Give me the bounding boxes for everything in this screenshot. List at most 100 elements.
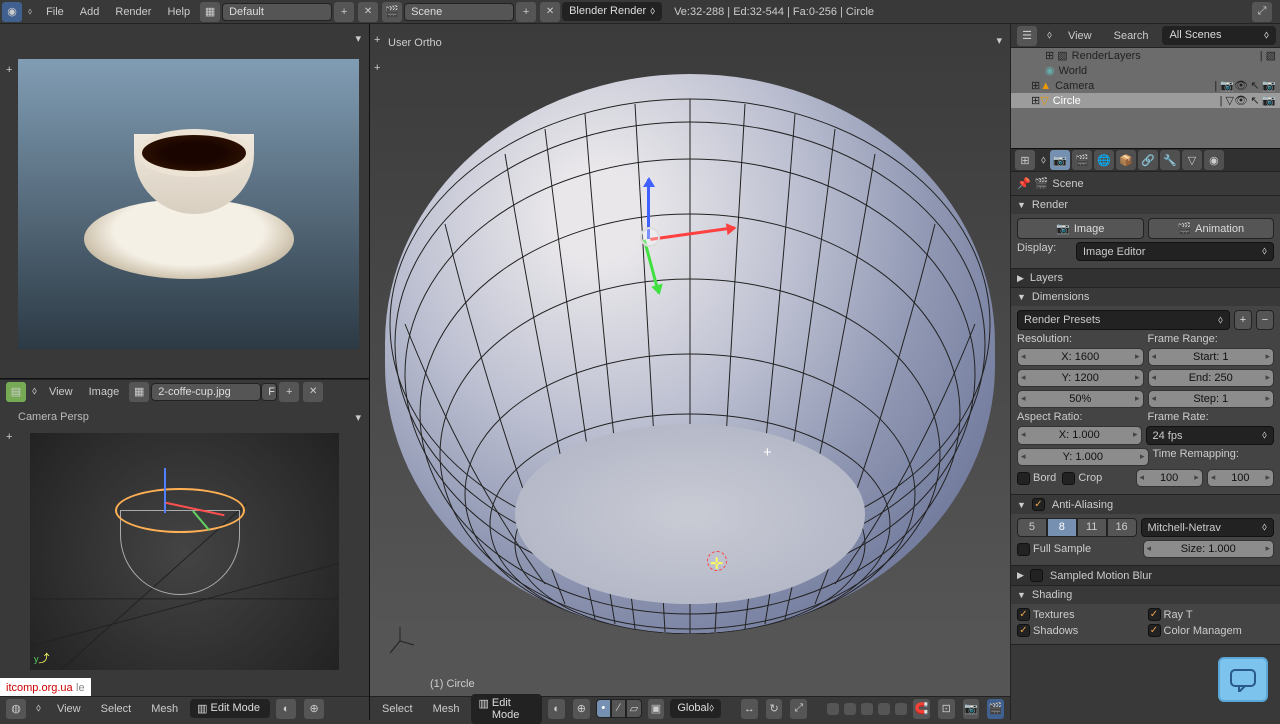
cam-ft-view[interactable]: View (49, 703, 89, 715)
image-add-icon[interactable]: + (279, 382, 299, 402)
res-y-field[interactable]: Y: 1200 (1017, 369, 1144, 387)
back-to-previous-icon[interactable]: ⤢ (1252, 2, 1272, 22)
properties-menu-icon[interactable]: ⬨ (1039, 154, 1048, 167)
outliner-filter-dropdown[interactable]: All Scenes⬨ (1162, 26, 1276, 45)
opengl-render-icon[interactable]: 🎬 (987, 699, 1004, 719)
pin-icon[interactable]: 📌 (1017, 177, 1031, 190)
aa-5[interactable]: 5 (1017, 518, 1047, 537)
shadows-check[interactable] (1017, 624, 1030, 637)
image-unlink-icon[interactable]: ✕ (303, 382, 323, 402)
aa-filter-dropdown[interactable]: Mitchell-Netrav⬨ (1141, 518, 1275, 537)
engine-dropdown[interactable]: Blender Render⬨ (562, 2, 662, 21)
imgeditor-menu-icon[interactable]: ⬨ (28, 385, 41, 398)
preset-remove-icon[interactable]: − (1256, 310, 1274, 330)
manip-translate-icon[interactable]: ↔ (741, 699, 758, 719)
cursor-icon[interactable]: ↖ (1248, 94, 1262, 107)
vp-shading-icon[interactable]: ◐ (548, 699, 565, 719)
editor-type-menu[interactable]: ⬨ (24, 6, 36, 17)
colorman-check[interactable] (1148, 624, 1161, 637)
border-check[interactable] (1017, 472, 1030, 485)
mesh-object[interactable] (385, 74, 995, 634)
blender-logo-icon[interactable]: ◉ (2, 2, 22, 22)
layer-btn[interactable] (827, 703, 839, 715)
vp-ft-select[interactable]: Select (374, 703, 421, 715)
snap-icon[interactable]: 🧲 (913, 699, 930, 719)
tab-object-icon[interactable]: 📦 (1116, 150, 1136, 170)
snap-type-icon[interactable]: ⊡ (938, 699, 955, 719)
main-viewport[interactable]: ✛ + User Ortho + ▾ + (1) Circle Select M… (370, 24, 1010, 720)
layout-remove-icon[interactable]: ✕ (358, 2, 378, 22)
region-toggle-icon[interactable]: + (6, 64, 12, 76)
view3d-menu-icon[interactable]: ⬨ (32, 702, 45, 715)
manip-rotate-icon[interactable]: ↻ (766, 699, 783, 719)
tab-material-icon[interactable]: ◉ (1204, 150, 1224, 170)
frame-step-field[interactable]: Step: 1 (1148, 390, 1275, 408)
screen-layout-icon[interactable]: ▦ (200, 2, 220, 22)
limit-sel-icon[interactable]: ▣ (648, 699, 665, 719)
camera-icon[interactable]: 📷 (1262, 94, 1276, 107)
view3d-type-icon[interactable]: ◍ (6, 699, 26, 719)
full-sample-check[interactable] (1017, 543, 1030, 556)
cam-ft-select[interactable]: Select (93, 703, 140, 715)
outliner-tree[interactable]: ⊞ ▧ RenderLayers | ▧ ◉World ⊞ ▲ Camera |… (1011, 48, 1280, 148)
cursor-icon[interactable]: ↖ (1248, 79, 1262, 92)
aspect-y-field[interactable]: Y: 1.000 (1017, 448, 1149, 466)
render-anim-button[interactable]: 🎬 Animation (1148, 218, 1275, 239)
vp-region-toggle-l2[interactable]: + (374, 62, 380, 74)
aa-16[interactable]: 16 (1107, 518, 1137, 537)
aa-enable-check[interactable] (1032, 498, 1045, 511)
menu-add[interactable]: Add (72, 6, 108, 18)
frame-end-field[interactable]: End: 250 (1148, 369, 1275, 387)
imgeditor-image[interactable]: Image (81, 386, 128, 398)
panel-layers-header[interactable]: ▶Layers (1011, 269, 1280, 287)
vp-ft-mesh[interactable]: Mesh (425, 703, 468, 715)
layer-btn[interactable] (861, 703, 873, 715)
layer-btn[interactable] (844, 703, 856, 715)
z-axis-gizmo[interactable] (164, 468, 166, 513)
eye-icon[interactable]: 👁 (1234, 79, 1248, 92)
outliner-search[interactable]: Search (1106, 30, 1157, 42)
gizmo-center[interactable] (640, 227, 660, 247)
image-browse-icon[interactable]: ▦ (129, 382, 149, 402)
render-border-icon[interactable]: 📷 (963, 699, 980, 719)
tab-data-icon[interactable]: ▽ (1182, 150, 1202, 170)
orientation-dropdown[interactable]: Global⬨ (670, 699, 721, 718)
outliner-row-renderlayers[interactable]: ⊞ ▧ RenderLayers | ▧ (1011, 48, 1280, 63)
chat-bubble-icon[interactable] (1218, 657, 1268, 702)
sel-face[interactable]: ▱ (626, 699, 641, 718)
aspect-x-field[interactable]: X: 1.000 (1017, 426, 1142, 445)
eye-icon[interactable]: 👁 (1234, 94, 1248, 107)
pivot-icon[interactable]: ⊕ (304, 699, 324, 719)
menu-render[interactable]: Render (107, 6, 159, 18)
vp-region-toggle-l[interactable]: + (374, 34, 380, 46)
tab-modifier-icon[interactable]: 🔧 (1160, 150, 1180, 170)
display-dropdown[interactable]: Image Editor⬨ (1076, 242, 1274, 261)
frame-start-field[interactable]: Start: 1 (1148, 348, 1275, 366)
outliner-type-icon[interactable]: ☰ (1017, 26, 1037, 46)
menu-file[interactable]: File (38, 6, 72, 18)
layer-btn[interactable] (878, 703, 890, 715)
3d-cursor-icon[interactable]: ✛ (710, 554, 723, 574)
image-name-field[interactable]: 2-coffe-cup.jpg (151, 383, 261, 401)
outliner-row-world[interactable]: ◉World (1011, 63, 1280, 78)
vp-region-toggle-r[interactable]: ▾ (996, 34, 1002, 47)
panel-shading-header[interactable]: ▼Shading (1011, 586, 1280, 604)
scene-add-icon[interactable]: + (516, 2, 536, 22)
outliner-menu-icon[interactable]: ⬨ (1045, 29, 1054, 42)
shading-mode-icon[interactable]: ◐ (276, 699, 296, 719)
remap-old-field[interactable]: 100 (1136, 469, 1203, 487)
breadcrumb-scene[interactable]: Scene (1052, 178, 1083, 190)
collapse-icon[interactable]: ▾ (355, 32, 361, 45)
tab-render-icon[interactable]: 📷 (1050, 150, 1070, 170)
framerate-dropdown[interactable]: 24 fps⬨ (1146, 426, 1275, 445)
res-pct-field[interactable]: 50% (1017, 390, 1144, 408)
outliner-row-camera[interactable]: ⊞ ▲ Camera | 📷 👁↖📷 (1011, 78, 1280, 93)
manip-scale-icon[interactable]: ⤢ (790, 699, 807, 719)
panel-smb-header[interactable]: ▶Sampled Motion Blur (1011, 566, 1280, 585)
aa-11[interactable]: 11 (1077, 518, 1107, 537)
camera-viewport[interactable]: Camera Persp ▾ + y⤴ itcomp.org.ua le ◍ ⬨… (0, 403, 370, 720)
layout-add-icon[interactable]: + (334, 2, 354, 22)
preset-add-icon[interactable]: + (1234, 310, 1252, 330)
scene-icon[interactable]: 🎬 (382, 2, 402, 22)
properties-type-icon[interactable]: ⊞ (1015, 150, 1035, 170)
